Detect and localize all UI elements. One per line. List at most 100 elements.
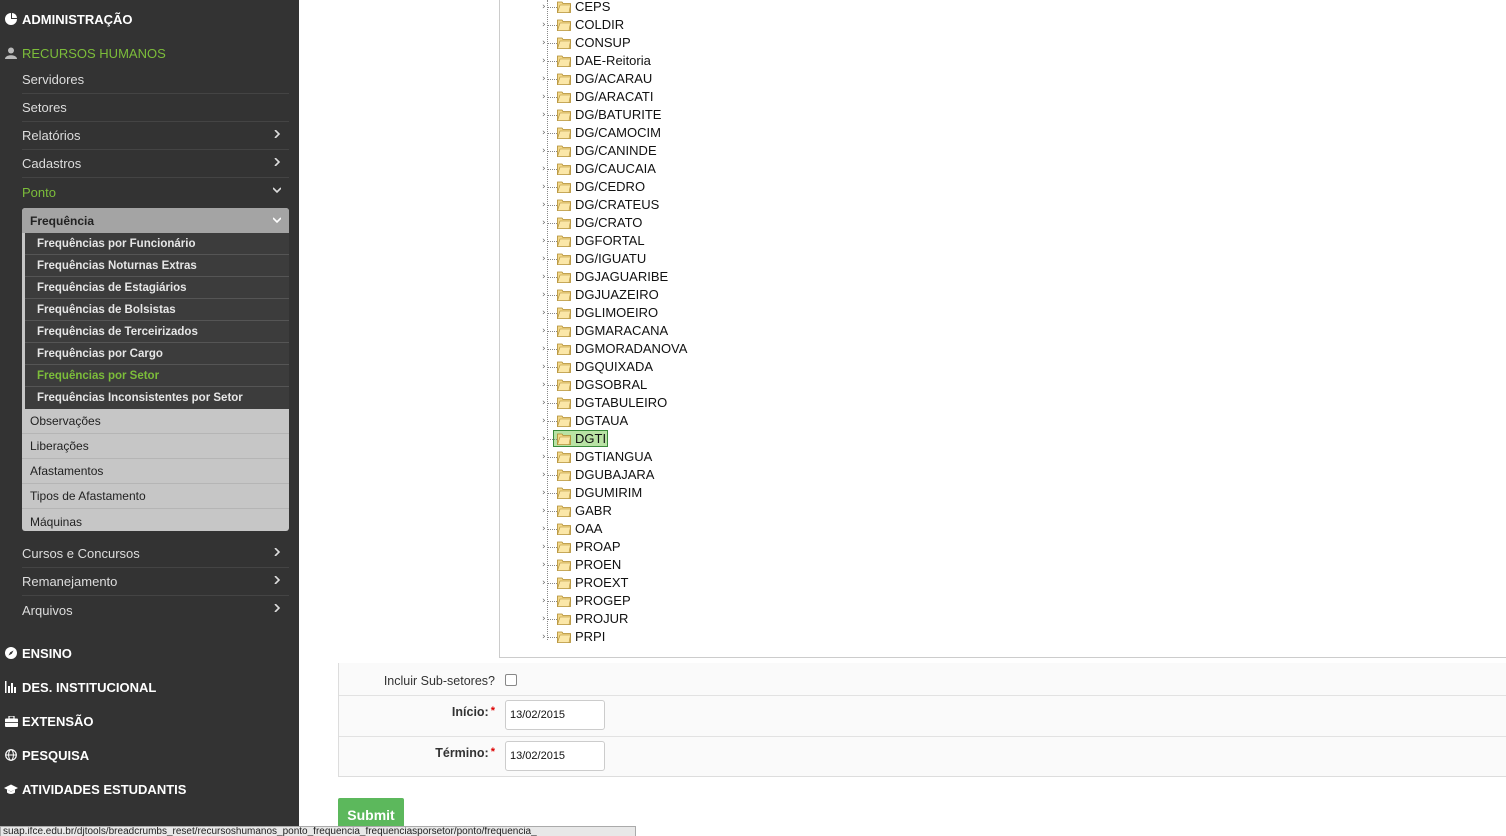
menu-pesquisa[interactable]: PESQUISA [0,740,299,770]
tree-node[interactable]: › DG/CEDRO [540,178,840,196]
tree-node-label: DGMARACANA [575,323,669,338]
tree-node[interactable]: › PROEXT [540,574,840,592]
tree-node[interactable]: › DGUMIRIM [540,484,840,502]
tree-node-label: GABR [575,503,612,518]
sidebar-item-remanejamento[interactable]: Remanejamento [22,568,289,596]
folder-icon [557,595,571,607]
tree-node[interactable]: › DGLIMOEIRO [540,304,840,322]
tree-node[interactable]: › DGMORADANOVA [540,340,840,358]
tree-node[interactable]: › GABR [540,502,840,520]
tree-branch-line [547,565,557,566]
tree-node[interactable]: › DGMARACANA [540,322,840,340]
folder-icon [557,91,571,103]
tree-node-label: DG/CAMOCIM [575,125,661,140]
tree-node[interactable]: › DGQUIXADA [540,358,840,376]
panel-item-observacoes[interactable]: Observações [22,409,289,434]
tree-node[interactable]: › DG/BATURITE [540,106,840,124]
subsetores-checkbox[interactable] [505,674,517,686]
freq-item-setor[interactable]: Frequências por Setor [25,365,289,387]
sidebar-item-ponto[interactable]: Ponto [22,178,289,206]
tree-node[interactable]: › PROGEP [540,592,840,610]
folder-icon [557,577,571,589]
folder-icon [557,19,571,31]
compass-icon [0,647,22,659]
freq-item-terceirizados[interactable]: Frequências de Terceirizados [25,321,289,343]
tree-node[interactable]: › PRPI [540,628,840,646]
tree-node[interactable]: › DGFORTAL [540,232,840,250]
frequencia-header[interactable]: Frequência [22,208,289,233]
freq-item-noturnas[interactable]: Frequências Noturnas Extras [25,255,289,277]
freq-item-estagiarios[interactable]: Frequências de Estagiários [25,277,289,299]
tree-node[interactable]: › CONSUP [540,34,840,52]
tree-node[interactable]: › DG/CAUCAIA [540,160,840,178]
folder-icon [557,163,571,175]
tree-node[interactable]: › DG/IGUATU [540,250,840,268]
tree-node[interactable]: › CEPS [540,0,840,16]
tree-node[interactable]: › DGTABULEIRO [540,394,840,412]
tree-node[interactable]: › DGTI [540,430,840,448]
tree-branch-line [547,511,557,512]
sidebar-item-arquivos[interactable]: Arquivos [22,596,289,624]
menu-ensino[interactable]: ENSINO [0,638,299,668]
tree-node[interactable]: › DGSOBRAL [540,376,840,394]
tree-node-label: COLDIR [575,17,625,32]
panel-item-liberacoes[interactable]: Liberações [22,434,289,459]
menu-administracao[interactable]: ADMINISTRAÇÃO [0,4,299,34]
tree-node-label: DGFORTAL [575,233,645,248]
folder-icon [557,109,571,121]
menu-atividades-estudantis[interactable]: ATIVIDADES ESTUDANTIS [0,774,299,804]
tree-node[interactable]: › DG/ACARAU [540,70,840,88]
tree-node[interactable]: › DGJUAZEIRO [540,286,840,304]
freq-item-inconsistentes[interactable]: Frequências Inconsistentes por Setor [25,387,289,409]
tree-node[interactable]: › DGTIANGUA [540,448,840,466]
tree-node[interactable]: › DG/CRATEUS [540,196,840,214]
tree-node[interactable]: › PROEN [540,556,840,574]
tree-node[interactable]: › DG/CANINDE [540,142,840,160]
menu-recursos-humanos[interactable]: RECURSOS HUMANOS [0,38,299,68]
folder-icon [557,235,571,247]
panel-item-tipos-afastamento[interactable]: Tipos de Afastamento [22,484,289,509]
tree-branch-line [547,421,557,422]
tree-node[interactable]: › DGJAGUARIBE [540,268,840,286]
sidebar-item-setores[interactable]: Setores [22,94,289,122]
sidebar-item-cursos-concursos[interactable]: Cursos e Concursos [22,540,289,568]
termino-date-input[interactable]: 13/02/2015 [505,741,605,771]
panel-item-afastamentos[interactable]: Afastamentos [22,459,289,484]
tree-branch-line [547,439,557,440]
folder-icon [557,433,571,445]
subsetores-label: Incluir Sub-setores? [383,674,495,688]
menu-extensao[interactable]: EXTENSÃO [0,706,299,736]
panel-item-maquinas[interactable]: Máquinas [22,509,289,531]
tree-node[interactable]: › DAE-Reitoria [540,52,840,70]
tree-node[interactable]: › DGTAUA [540,412,840,430]
tree-node[interactable]: › DG/CAMOCIM [540,124,840,142]
tree-branch-line [547,61,557,62]
sidebar-item-relatorios[interactable]: Relatórios [22,122,289,150]
tree-node-label: DGJUAZEIRO [575,287,659,302]
tree-node[interactable]: › DGUBAJARA [540,466,840,484]
chevron-down-icon [273,187,281,194]
tree-node[interactable]: › COLDIR [540,16,840,34]
sidebar-item-cadastros[interactable]: Cadastros [22,150,289,178]
tree-node-label: CEPS [575,0,611,14]
inicio-date-input[interactable]: 13/02/2015 [505,700,605,730]
menu-label: RECURSOS HUMANOS [22,45,166,61]
tree-branch-line [547,457,557,458]
sidebar-item-servidores[interactable]: Servidores [22,66,289,94]
menu-des-institucional[interactable]: DES. INSTITUCIONAL [0,672,299,702]
tree-node-label: DGUBAJARA [575,467,655,482]
tree-node[interactable]: › PROAP [540,538,840,556]
folder-icon [557,253,571,265]
folder-icon [557,325,571,337]
tree-node[interactable]: › DG/CRATO [540,214,840,232]
chevron-down-icon [273,217,281,224]
freq-item-cargo[interactable]: Frequências por Cargo [25,343,289,365]
item-label: Arquivos [22,602,73,618]
freq-item-bolsistas[interactable]: Frequências de Bolsistas [25,299,289,321]
tree-node[interactable]: › PROJUR [540,610,840,628]
tree-branch-line [547,43,557,44]
tree-node-label: DGLIMOEIRO [575,305,659,320]
tree-node[interactable]: › DG/ARACATI [540,88,840,106]
tree-node[interactable]: › OAA [540,520,840,538]
freq-item-funcionario[interactable]: Frequências por Funcionário [25,233,289,255]
